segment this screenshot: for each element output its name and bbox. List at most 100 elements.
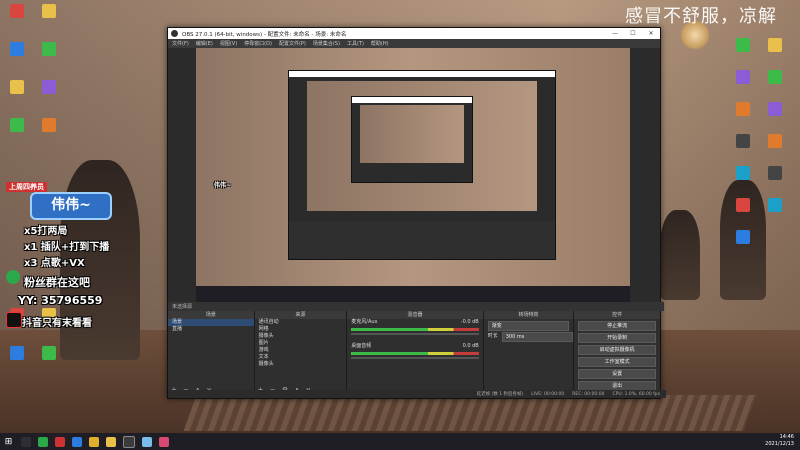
menu-profile[interactable]: 配置文件(P): [279, 40, 306, 47]
app-icon: [10, 4, 24, 18]
app-icon: [42, 80, 56, 94]
app-taskbar-icon[interactable]: [54, 436, 65, 447]
source-item[interactable]: 摄像头: [255, 361, 347, 368]
menu-scene-collection[interactable]: 场景集合(S): [313, 40, 340, 47]
close-button[interactable]: ✕: [642, 28, 660, 39]
volume-slider[interactable]: [351, 357, 479, 359]
desktop-icon[interactable]: [4, 80, 30, 95]
overlay-line: x3 点歌+VX: [24, 258, 85, 269]
stop-streaming-button[interactable]: 停止推流: [578, 321, 656, 331]
menu-docks[interactable]: 停靠窗口(D): [244, 40, 272, 47]
preview-canvas[interactable]: 伟伟~: [196, 48, 630, 302]
app-taskbar-icon[interactable]: [141, 436, 152, 447]
minimize-button[interactable]: —: [606, 28, 624, 39]
overlay-line: x1 插队+打到下播: [24, 242, 110, 253]
edge-taskbar-icon[interactable]: [71, 436, 82, 447]
source-item[interactable]: 摄像头: [255, 333, 347, 340]
volume-slider[interactable]: [351, 333, 479, 335]
app-icon: [768, 198, 782, 212]
transitions-dock: 转场特效 渐变 时长 300 ms: [483, 311, 575, 396]
scene-item[interactable]: 场景: [168, 319, 254, 326]
app-icon: [736, 102, 750, 116]
source-toolbar: 未选择源: [168, 302, 664, 311]
overlay-line: YY: 35796559: [18, 294, 103, 307]
source-item[interactable]: 文本: [255, 354, 347, 361]
app-icon: [10, 346, 24, 360]
obs-titlebar[interactable]: OBS 27.0.1 (64-bit, windows) - 配置文件: 未命名…: [168, 28, 660, 39]
source-item[interactable]: 网络: [255, 326, 347, 333]
menu-edit[interactable]: 编辑(E): [196, 40, 213, 47]
wallpaper-statue: [660, 210, 700, 300]
stream-watermark: 感冒不舒服，凉解: [625, 6, 777, 27]
status-bar: 延迟帧 (数 1 秒后各帧) LIVE: 00:00:00 REC: 00:00…: [168, 390, 666, 398]
overlay-line: x5打两局: [24, 226, 68, 237]
start-recording-button[interactable]: 开始录制: [578, 333, 656, 343]
desktop-icon[interactable]: [762, 70, 788, 85]
desktop-icon[interactable]: [730, 102, 756, 117]
menu-help[interactable]: 帮助(H): [371, 40, 389, 47]
desktop-icon[interactable]: [36, 80, 62, 95]
overlay-line: 粉丝群在这吧: [24, 276, 90, 289]
source-item[interactable]: 通讯自动: [255, 319, 347, 326]
menu-bar: 文件(F) 编辑(E) 视图(V) 停靠窗口(D) 配置文件(P) 场景集合(S…: [168, 39, 660, 48]
desktop-icon[interactable]: [730, 70, 756, 85]
explorer-taskbar-icon[interactable]: [105, 436, 116, 447]
transition-select[interactable]: 渐变: [487, 321, 570, 331]
app-taskbar-icon[interactable]: [158, 436, 169, 447]
desktop-icon[interactable]: [730, 198, 756, 213]
duration-input[interactable]: 300 ms: [501, 331, 574, 342]
source-item[interactable]: 游戏: [255, 347, 347, 354]
desktop-icon[interactable]: [36, 42, 62, 57]
menu-file[interactable]: 文件(F): [172, 40, 189, 47]
studio-mode-button[interactable]: 工作室模式: [578, 357, 656, 367]
obs-taskbar-icon[interactable]: [122, 435, 135, 448]
controls-header: 控件: [574, 311, 660, 319]
search-icon[interactable]: [20, 436, 31, 447]
mixer-channel-label: 麦克风/Aux: [351, 319, 378, 325]
virtual-camera-button[interactable]: 启动虚拟摄像机: [578, 345, 656, 355]
desktop-icon[interactable]: [762, 166, 788, 181]
wechat-taskbar-icon[interactable]: [37, 436, 48, 447]
desktop-icon[interactable]: [36, 346, 62, 361]
desktop-icon[interactable]: [4, 42, 30, 57]
settings-button[interactable]: 设置: [578, 369, 656, 379]
app-icon: [768, 102, 782, 116]
desktop-icon[interactable]: [36, 4, 62, 19]
desktop-icon[interactable]: [36, 118, 62, 133]
chrome-taskbar-icon[interactable]: [88, 436, 99, 447]
desktop-icon[interactable]: [762, 198, 788, 213]
app-icon: [42, 346, 56, 360]
desktop-icon[interactable]: [762, 102, 788, 117]
desktop-icon[interactable]: [4, 346, 30, 361]
desktop-icon[interactable]: [730, 134, 756, 149]
menu-tools[interactable]: 工具(T): [347, 40, 364, 47]
desktop-icon[interactable]: [762, 134, 788, 149]
app-icon: [768, 166, 782, 180]
maximize-button[interactable]: ☐: [624, 28, 642, 39]
wallpaper-rug: [183, 395, 757, 431]
overlay-role-tag: 上周四养员: [6, 182, 47, 192]
desktop-icon[interactable]: [762, 38, 788, 53]
obs-window[interactable]: OBS 27.0.1 (64-bit, windows) - 配置文件: 未命名…: [167, 27, 666, 399]
overlay-name-badge: 伟伟~: [30, 192, 112, 220]
desktop-icon[interactable]: [730, 38, 756, 53]
start-windows-icon[interactable]: ⊞: [4, 437, 14, 447]
menu-view[interactable]: 视图(V): [220, 40, 237, 47]
system-clock[interactable]: 14:46 2021/12/13: [765, 434, 794, 448]
desktop-icon[interactable]: [4, 4, 30, 19]
clock-time: 14:46: [779, 434, 794, 440]
status-dropped: 延迟帧 (数 1 秒后各帧): [476, 392, 524, 397]
taskbar: ⊞ 14:46 2021/12/13: [0, 433, 800, 450]
overlay-line: 抖音只有末看看: [22, 318, 92, 329]
scenes-dock: 场景 场景 直播 + − ∧ ∨: [168, 311, 255, 396]
preview-overlay-text: 伟伟~: [214, 182, 232, 189]
desktop-icon[interactable]: [730, 230, 756, 245]
tiktok-icon: [6, 312, 22, 328]
desktop-icon[interactable]: [730, 166, 756, 181]
controls-dock: 控件 停止推流 开始录制 启动虚拟摄像机 工作室模式 设置 退出: [574, 311, 660, 396]
desktop-icon[interactable]: [4, 118, 30, 133]
source-item[interactable]: 图片: [255, 340, 347, 347]
scene-item[interactable]: 直播: [168, 326, 254, 333]
app-icon: [10, 80, 24, 94]
status-rec: REC: 00:00:00: [572, 391, 605, 397]
